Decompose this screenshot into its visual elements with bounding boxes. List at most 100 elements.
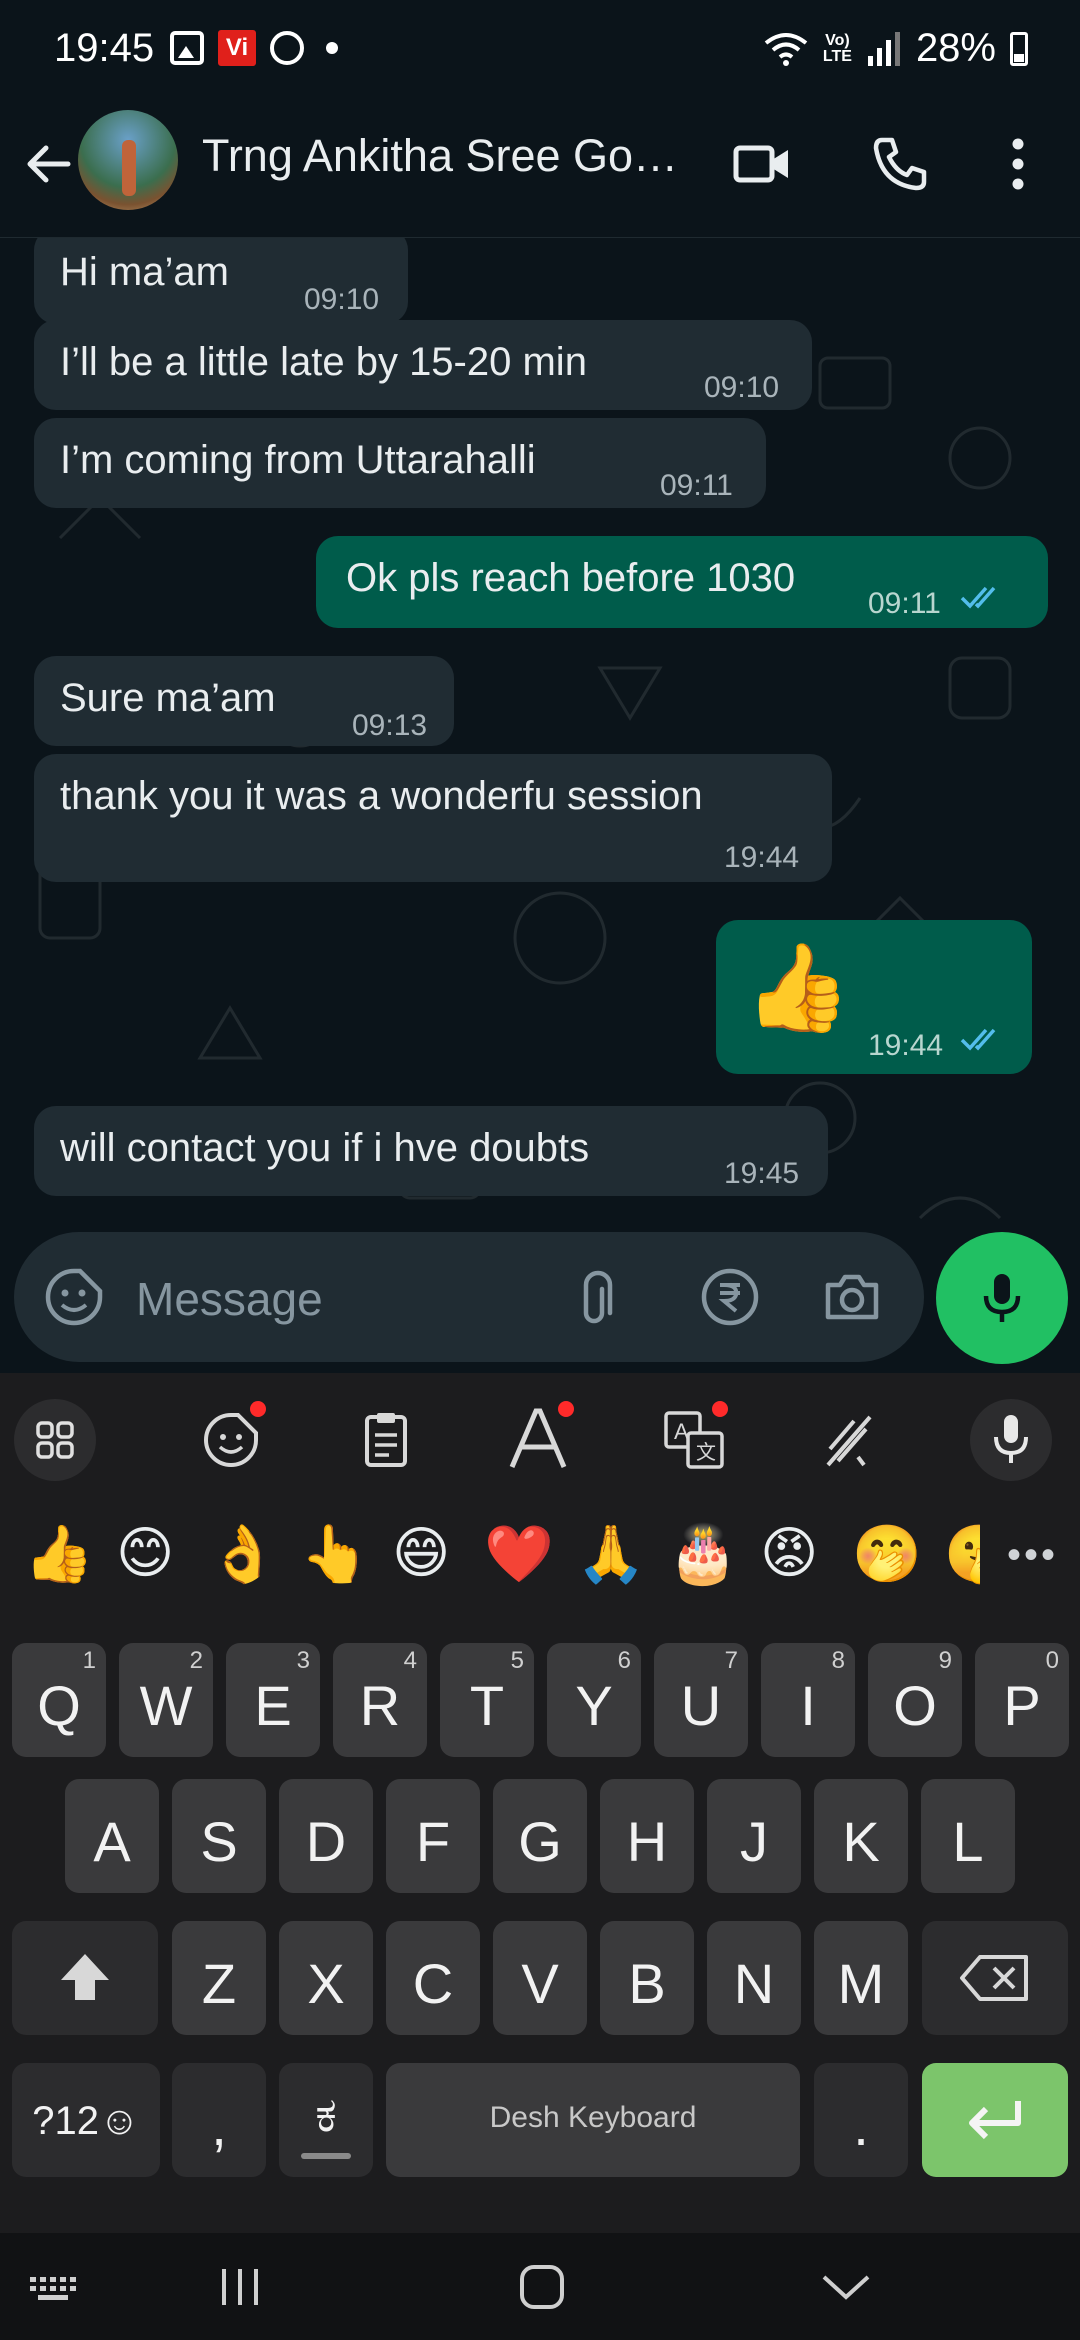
notification-icons: Vi: [170, 30, 338, 66]
space-key[interactable]: Desh Keyboard: [386, 2063, 800, 2177]
message-outgoing[interactable]: Ok pls reach before 1030 09:11: [316, 536, 1048, 628]
key-c[interactable]: C: [386, 1921, 480, 2035]
gallery-icon: [170, 31, 204, 65]
message-text: Ok pls reach before 1030: [346, 556, 796, 600]
emoji-suggestion[interactable]: 😄: [392, 1521, 450, 1586]
emoji-suggestion[interactable]: 😊: [116, 1521, 174, 1586]
emoji-thumbs-up: 👍: [744, 938, 852, 1038]
key-r[interactable]: 4R: [333, 1643, 427, 1757]
message-incoming[interactable]: I’ll be a little late by 15-20 min 09:10: [34, 320, 812, 410]
key-l[interactable]: L: [921, 1779, 1015, 1893]
symbols-key[interactable]: ?12☺: [12, 2063, 160, 2177]
system-icons: Vo) LTE 28%: [763, 26, 1028, 71]
svg-text:A: A: [674, 1419, 689, 1444]
emoji-suggestion[interactable]: 🤫: [944, 1521, 980, 1587]
vi-carrier-icon: Vi: [218, 30, 256, 66]
key-w[interactable]: 2W: [119, 1643, 213, 1757]
key-k[interactable]: K: [814, 1779, 908, 1893]
voice-input-icon[interactable]: [970, 1399, 1052, 1481]
message-text: Hi ma’am: [60, 250, 229, 294]
emoji-suggestion[interactable]: 🎂: [668, 1521, 738, 1587]
backspace-key[interactable]: [922, 1921, 1068, 2035]
handwriting-icon[interactable]: [808, 1399, 890, 1481]
message-compose-bar: Message: [14, 1232, 924, 1362]
key-q[interactable]: 1Q: [12, 1643, 106, 1757]
chat-header: Trng Ankitha Sree Go…: [0, 100, 1080, 238]
message-outgoing-emoji[interactable]: 👍 19:44: [716, 920, 1032, 1074]
read-receipt-icon: [960, 1028, 996, 1051]
key-d[interactable]: D: [279, 1779, 373, 1893]
back-arrow-icon[interactable]: [20, 136, 76, 192]
emoji-suggestion[interactable]: 🤭: [852, 1521, 922, 1587]
message-incoming[interactable]: thank you it was a wonderfu session 19:4…: [34, 754, 832, 882]
period-key[interactable]: .: [814, 2063, 908, 2177]
mic-icon: [983, 1274, 1021, 1322]
key-e[interactable]: 3E: [226, 1643, 320, 1757]
key-v[interactable]: V: [493, 1921, 587, 2035]
message-time: 19:44: [724, 841, 800, 874]
chat-area[interactable]: Hi ma’am 09:10 I’ll be a little late by …: [0, 238, 1080, 1373]
video-call-icon[interactable]: [730, 132, 794, 196]
contact-avatar[interactable]: [78, 110, 178, 210]
rupee-payment-icon[interactable]: [698, 1265, 762, 1329]
message-text: will contact you if i hve doubts: [60, 1126, 590, 1170]
backspace-icon: [960, 1955, 1028, 2001]
emoji-suggestion[interactable]: 👌: [208, 1521, 278, 1587]
key-u[interactable]: 7U: [654, 1643, 748, 1757]
message-incoming[interactable]: Sure ma’am 09:13: [34, 656, 454, 746]
clipboard-icon[interactable]: [345, 1399, 427, 1481]
keyboard-hide-icon[interactable]: [24, 2257, 84, 2317]
key-o[interactable]: 9O: [868, 1643, 962, 1757]
enter-key[interactable]: [922, 2063, 1068, 2177]
message-incoming[interactable]: will contact you if i hve doubts 19:45: [34, 1106, 828, 1196]
emoji-suggestion[interactable]: 👍: [24, 1521, 94, 1587]
message-time: 09:10: [304, 283, 380, 316]
message-incoming[interactable]: I’m coming from Uttarahalli 09:11: [34, 418, 766, 508]
key-f[interactable]: F: [386, 1779, 480, 1893]
apps-grid-icon[interactable]: [14, 1399, 96, 1481]
emoji-suggestion[interactable]: 😡: [760, 1521, 818, 1586]
camera-icon[interactable]: [820, 1265, 884, 1329]
sticker-icon[interactable]: [42, 1265, 106, 1329]
more-emoji-button[interactable]: •••: [1007, 1533, 1058, 1578]
key-m[interactable]: M: [814, 1921, 908, 2035]
message-time: 19:44: [868, 1029, 944, 1062]
more-vert-icon[interactable]: [986, 132, 1050, 196]
comma-key[interactable]: ,: [172, 2063, 266, 2177]
phone-icon[interactable]: [868, 132, 932, 196]
key-s[interactable]: S: [172, 1779, 266, 1893]
back-down-icon[interactable]: [816, 2257, 876, 2317]
key-j[interactable]: J: [707, 1779, 801, 1893]
language-switch-key[interactable]: ಕ: [279, 2063, 373, 2177]
key-h[interactable]: H: [600, 1779, 694, 1893]
message-time: 09:10: [704, 371, 780, 404]
key-p[interactable]: 0P: [975, 1643, 1069, 1757]
key-g[interactable]: G: [493, 1779, 587, 1893]
key-z[interactable]: Z: [172, 1921, 266, 2035]
emoji-suggestion[interactable]: 🙏: [576, 1521, 646, 1587]
emoji-suggestion[interactable]: 👆: [300, 1521, 370, 1587]
message-text: I’m coming from Uttarahalli: [60, 438, 536, 482]
wifi-icon: [764, 32, 808, 66]
message-input[interactable]: Message: [136, 1272, 323, 1326]
key-x[interactable]: X: [279, 1921, 373, 2035]
key-i[interactable]: 8I: [761, 1643, 855, 1757]
contact-name[interactable]: Trng Ankitha Sree Go…: [202, 130, 692, 182]
home-icon[interactable]: [512, 2257, 572, 2317]
emoji-suggestion-row: 👍 😊 👌 👆 😄 ❤️ 🙏 🎂 😡 🤭 🤫 •••: [0, 1503, 1080, 1613]
key-b[interactable]: B: [600, 1921, 694, 2035]
message-incoming[interactable]: Hi ma’am 09:10: [34, 238, 408, 324]
status-bar: 19:45 Vi Vo) LTE 28%: [0, 0, 1080, 100]
attach-icon[interactable]: [566, 1265, 630, 1329]
recents-icon[interactable]: [210, 2257, 270, 2317]
voice-record-button[interactable]: [936, 1232, 1068, 1364]
message-time: 09:11: [660, 469, 733, 502]
key-t[interactable]: 5T: [440, 1643, 534, 1757]
key-n[interactable]: N: [707, 1921, 801, 2035]
read-receipt-icon: [960, 586, 996, 609]
message-text: thank you it was a wonderfu session: [60, 774, 703, 818]
emoji-suggestion[interactable]: ❤️: [484, 1521, 554, 1587]
shift-key[interactable]: [12, 1921, 158, 2035]
key-a[interactable]: A: [65, 1779, 159, 1893]
key-y[interactable]: 6Y: [547, 1643, 641, 1757]
